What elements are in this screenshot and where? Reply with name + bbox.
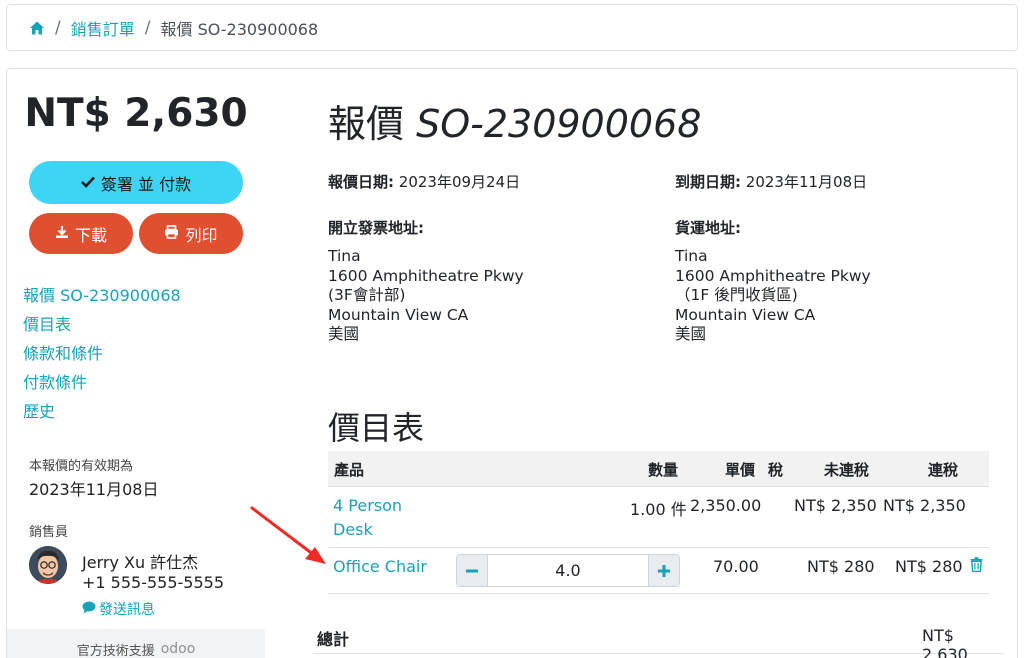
breadcrumb-separator: / [144, 17, 151, 38]
table-row: Office Chair 4.0 70.00 NT$ 280 NT$ 280 [328, 548, 989, 594]
expiry-date-value: 2023年11月08日 [745, 173, 868, 191]
quote-date-label: 報價日期: [328, 173, 394, 191]
salesperson-name: Jerry Xu 許仕杰 [82, 553, 199, 572]
nav-item-history[interactable]: 歷史 [23, 401, 181, 430]
nav-item-payment-terms[interactable]: 付款條件 [23, 372, 181, 401]
comment-icon [82, 601, 96, 618]
product-link-desk-line1[interactable]: 4 Person [333, 496, 402, 515]
nav-item-pricelist[interactable]: 價目表 [23, 314, 181, 343]
unit-price-value: 70.00 [713, 557, 759, 576]
header-quantity: 數量 [648, 461, 679, 479]
download-button[interactable]: 下載 [29, 213, 133, 254]
billing-address: Tina 1600 Amphitheatre Pkwy (3F會計部) Moun… [328, 247, 524, 345]
total-amount: NT$ 2,630 [24, 91, 248, 136]
page-title: 報價 SO-230900068 [328, 93, 701, 148]
check-icon [80, 173, 95, 192]
validity-label: 本報價的有效期為 [29, 459, 134, 474]
decrease-quantity-button[interactable] [457, 555, 487, 586]
breadcrumb-separator: / [55, 17, 61, 38]
quote-date-value: 2023年09月24日 [398, 173, 521, 191]
billing-country: 美國 [328, 325, 360, 343]
shipping-name: Tina [675, 247, 708, 265]
total-label: 總計 [317, 630, 350, 649]
breadcrumb-current: 報價 SO-230900068 [160, 19, 319, 39]
salesperson-phone: +1 555-555-5555 [82, 573, 225, 592]
header-untaxed: 未連稅 [824, 461, 870, 479]
shipping-address-label: 貨運地址: [675, 219, 741, 237]
quantity-stepper: 4.0 [456, 554, 680, 587]
product-link-desk-line2[interactable]: Desk [333, 520, 373, 539]
header-product: 產品 [334, 461, 365, 479]
shipping-street: 1600 Amphitheatre Pkwy [675, 266, 871, 285]
shipping-address: Tina 1600 Amphitheatre Pkwy （1F 後門收貨區) M… [675, 247, 871, 345]
odoo-logo[interactable]: odoo [161, 641, 196, 657]
sidebar: NT$ 2,630 簽署 並 付款 下載 列印 報價 SO-230900068 … [7, 69, 265, 658]
avatar [29, 546, 67, 584]
nav-item-terms[interactable]: 條款和條件 [23, 343, 181, 372]
breadcrumb: / 銷售訂單 / 報價 SO-230900068 [6, 4, 1018, 51]
expiry-date-label: 到期日期: [675, 173, 741, 191]
quotation-card: NT$ 2,630 簽署 並 付款 下載 列印 報價 SO-230900068 … [6, 68, 1018, 658]
support-text: 官方技術支援 [76, 643, 155, 658]
nav-item-quotation[interactable]: 報價 SO-230900068 [23, 285, 181, 314]
section-nav: 報價 SO-230900068 價目表 條款和條件 付款條件 歷史 [23, 285, 181, 430]
total-row: 總計 NT$ 2,630 [313, 614, 1003, 658]
title-number: SO-230900068 [416, 102, 702, 146]
shipping-street2: （1F 後門收貨區) [675, 286, 798, 304]
header-taxed: 連稅 [928, 461, 959, 479]
taxed-value: NT$ 280 [895, 557, 963, 576]
shipping-city: Mountain View CA [675, 305, 816, 324]
billing-city: Mountain View CA [328, 305, 469, 324]
billing-address-label: 開立發票地址: [328, 219, 424, 237]
trash-icon[interactable] [970, 557, 983, 576]
validity-value: 2023年11月08日 [29, 480, 159, 499]
print-icon [164, 224, 179, 243]
billing-name: Tina [328, 247, 361, 265]
sign-and-pay-label: 簽署 並 付款 [100, 174, 192, 194]
billing-street2: (3F會計部) [328, 286, 406, 304]
billing-street: 1600 Amphitheatre Pkwy [328, 266, 524, 285]
title-prefix: 報價 [328, 102, 405, 146]
home-icon[interactable] [29, 20, 45, 36]
total-value: NT$ 2,630 [922, 626, 968, 658]
untaxed-value: NT$ 280 [807, 557, 875, 576]
shipping-country: 美國 [675, 325, 707, 343]
expiry-date: 到期日期: 2023年11月08日 [675, 171, 867, 192]
header-unit-price: 單價 [725, 461, 756, 479]
sign-and-pay-button[interactable]: 簽署 並 付款 [29, 161, 243, 204]
salesperson-label: 銷售員 [29, 525, 69, 540]
increase-quantity-button[interactable] [649, 555, 679, 586]
send-message-label: 發送訊息 [99, 602, 155, 618]
pricelist-title: 價目表 [328, 409, 425, 447]
print-label: 列印 [185, 225, 218, 245]
breadcrumb-sales-orders[interactable]: 銷售訂單 [71, 16, 135, 40]
table-header: 產品 數量 單價 稅 未連稅 連稅 [328, 451, 989, 487]
download-icon [55, 224, 69, 243]
support-bar: 官方技術支援 odoo [7, 629, 265, 658]
send-message-link[interactable]: 發送訊息 [82, 599, 155, 619]
unit-price-value: 2,350.00 [690, 496, 762, 515]
quantity-value: 1.00 件 [630, 500, 687, 519]
quantity-input[interactable]: 4.0 [487, 555, 649, 586]
untaxed-value: NT$ 2,350 [794, 496, 877, 515]
product-link-chair[interactable]: Office Chair [333, 557, 427, 576]
quote-date: 報價日期: 2023年09月24日 [328, 171, 520, 192]
download-label: 下載 [74, 225, 107, 245]
taxed-value: NT$ 2,350 [883, 496, 966, 515]
table-row: 4 Person Desk 1.00 件 2,350.00 NT$ 2,350 … [328, 487, 989, 548]
print-button[interactable]: 列印 [139, 213, 243, 254]
header-tax: 稅 [768, 461, 784, 479]
